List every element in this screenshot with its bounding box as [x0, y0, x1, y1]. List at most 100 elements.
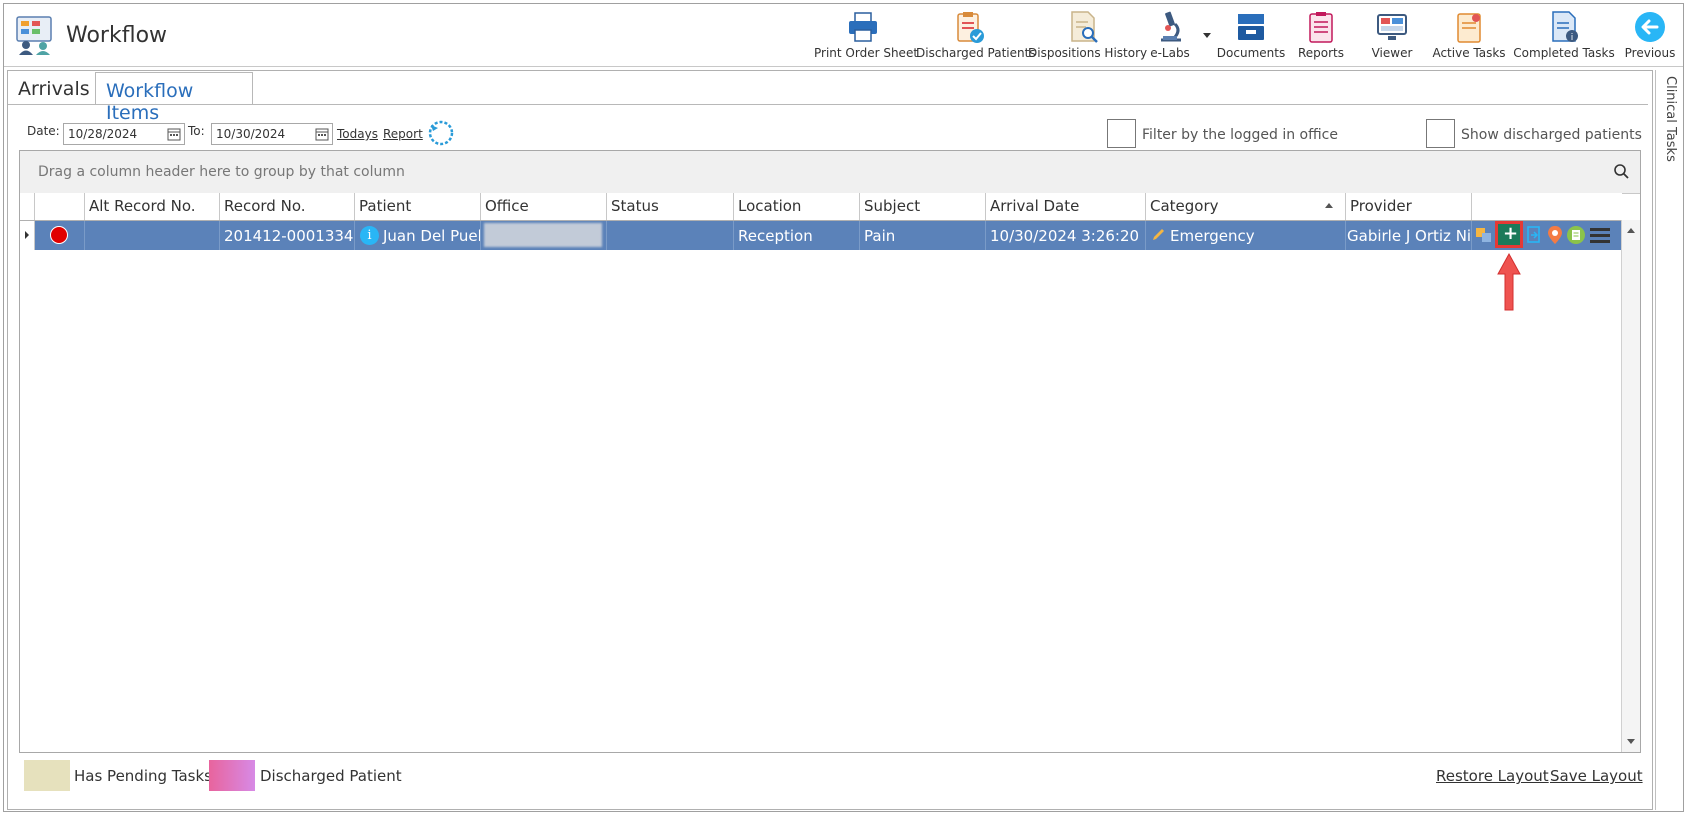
cell-office[interactable]: [481, 221, 607, 250]
date-to-field[interactable]: 10/30/2024: [211, 123, 333, 145]
header-indicator: [20, 193, 35, 220]
menu-icon[interactable]: [1590, 227, 1610, 243]
date-to-value: 10/30/2024: [216, 127, 286, 141]
clinical-tasks-side-panel[interactable]: Clinical Tasks: [1655, 70, 1684, 810]
header-status[interactable]: Status: [607, 193, 734, 220]
header-patient[interactable]: Patient: [355, 193, 481, 220]
toolbar-label: Documents: [1216, 46, 1286, 60]
previous-button[interactable]: Previous: [1622, 8, 1678, 62]
header-location[interactable]: Location: [734, 193, 860, 220]
patient-name: Juan Del Pueb: [383, 227, 481, 245]
discharged-patient-swatch: [209, 760, 255, 791]
to-label: To:: [188, 124, 205, 138]
group-by-panel[interactable]: Drag a column header here to group by th…: [20, 151, 1640, 194]
workflow-app-icon: [16, 16, 52, 55]
cell-arrival-date[interactable]: 10/30/2024 3:26:20 P: [986, 221, 1146, 250]
document-search-icon: [1071, 11, 1098, 43]
cell-category[interactable]: Emergency: [1146, 221, 1346, 250]
active-tasks-icon: [1457, 13, 1481, 43]
scroll-down-icon[interactable]: [1627, 739, 1635, 744]
notes-icon[interactable]: [1566, 225, 1586, 245]
svg-text:i: i: [1571, 33, 1574, 43]
e-labs-dropdown-arrow-icon[interactable]: [1203, 33, 1211, 38]
add-task-button[interactable]: +: [1495, 221, 1523, 248]
reports-button[interactable]: Reports: [1292, 8, 1350, 62]
show-discharged-label: Show discharged patients: [1461, 127, 1642, 143]
tab-label: Workflow Items: [106, 80, 194, 124]
header-actions: [1472, 193, 1622, 220]
header-provider[interactable]: Provider: [1346, 193, 1472, 220]
row-indicator[interactable]: [20, 221, 35, 250]
header-alt-record-no[interactable]: Alt Record No.: [85, 193, 220, 220]
clinical-tasks-label: Clinical Tasks: [1663, 76, 1678, 162]
date-from-value: 10/28/2024: [68, 127, 138, 141]
cell-location[interactable]: Reception: [734, 221, 860, 250]
info-icon[interactable]: i: [360, 226, 379, 245]
header-record-no[interactable]: Record No.: [220, 193, 355, 220]
discharged-patients-button[interactable]: Discharged Patients: [916, 8, 1036, 62]
cell-record-no[interactable]: 201412-0001334: [220, 221, 355, 250]
sort-ascending-icon: [1325, 203, 1333, 208]
vertical-scrollbar[interactable]: [1621, 220, 1640, 752]
report-link[interactable]: Report: [383, 127, 423, 141]
cell-status[interactable]: [607, 221, 734, 250]
completed-tasks-button[interactable]: i Completed Tasks: [1512, 8, 1616, 62]
save-layout-link[interactable]: Save Layout: [1550, 767, 1643, 785]
cell-alt-record-no[interactable]: [85, 221, 220, 250]
cell-subject[interactable]: Pain: [860, 221, 986, 250]
viewer-button[interactable]: Viewer: [1364, 8, 1420, 62]
restore-layout-link[interactable]: Restore Layout: [1436, 767, 1549, 785]
header-office[interactable]: Office: [481, 193, 607, 220]
report-clipboard-icon: [1309, 12, 1333, 43]
back-arrow-icon: [1635, 12, 1665, 42]
category-value: Emergency: [1170, 227, 1255, 245]
toolbar-label: Completed Tasks: [1513, 46, 1615, 60]
app-title: Workflow: [66, 23, 168, 48]
todays-link[interactable]: Todays: [337, 127, 378, 141]
e-labs-button[interactable]: e-Labs: [1142, 8, 1198, 62]
calendar-icon[interactable]: [167, 127, 181, 141]
header-category[interactable]: Category: [1146, 193, 1346, 220]
cell-patient[interactable]: i Juan Del Pueb: [355, 221, 481, 250]
documents-tray-icon: [1238, 14, 1264, 40]
plus-icon: +: [1503, 223, 1519, 244]
toolbar-label: Active Tasks: [1432, 46, 1506, 60]
location-pin-icon[interactable]: [1547, 225, 1563, 245]
clipboard-check-icon: [957, 12, 984, 43]
document-link-icon[interactable]: [1526, 226, 1542, 244]
header-bar: Workflow Print Order Sheet Discharged Pa…: [4, 4, 1683, 67]
header-subject[interactable]: Subject: [860, 193, 986, 220]
toolbar-label: Dispositions History: [1028, 46, 1148, 60]
refresh-icon[interactable]: [427, 119, 455, 147]
tab-divider: [8, 104, 1648, 105]
cell-actions: +: [1472, 221, 1622, 250]
cell-provider[interactable]: Gabirle J Ortiz Nie: [1346, 221, 1472, 250]
print-order-sheet-button[interactable]: Print Order Sheet: [814, 8, 918, 62]
filter-office-checkbox[interactable]: [1107, 119, 1136, 148]
discharged-patient-legend-label: Discharged Patient: [260, 767, 402, 785]
documents-button[interactable]: Documents: [1216, 8, 1286, 62]
date-label: Date:: [27, 124, 60, 138]
tab-workflow-items[interactable]: Workflow Items: [95, 72, 253, 124]
row-status-cell: [35, 221, 85, 250]
microscope-icon: [1161, 11, 1181, 42]
scroll-up-icon[interactable]: [1627, 228, 1635, 233]
table-row[interactable]: 201412-0001334 i Juan Del Pueb Reception…: [20, 221, 1622, 250]
toolbar-label: Reports: [1297, 46, 1345, 60]
active-tasks-button[interactable]: Active Tasks: [1431, 8, 1507, 62]
pencil-icon: [1153, 229, 1164, 240]
transfer-icon[interactable]: [1475, 226, 1493, 244]
toolbar-label: Discharged Patients: [916, 46, 1036, 60]
workflow-grid: Drag a column header here to group by th…: [19, 150, 1641, 753]
tab-arrivals[interactable]: Arrivals: [8, 74, 91, 107]
red-status-dot-icon: [50, 226, 68, 244]
date-from-field[interactable]: 10/28/2024: [63, 123, 185, 145]
header-status-icon[interactable]: [35, 193, 85, 220]
search-icon[interactable]: [1613, 163, 1630, 180]
calendar-icon[interactable]: [315, 127, 329, 141]
toolbar-label: e-Labs: [1150, 46, 1190, 60]
show-discharged-checkbox[interactable]: [1426, 119, 1455, 148]
toolbar-label: Viewer: [1371, 46, 1413, 60]
header-arrival-date[interactable]: Arrival Date: [986, 193, 1146, 220]
dispositions-history-button[interactable]: Dispositions History: [1028, 8, 1148, 62]
